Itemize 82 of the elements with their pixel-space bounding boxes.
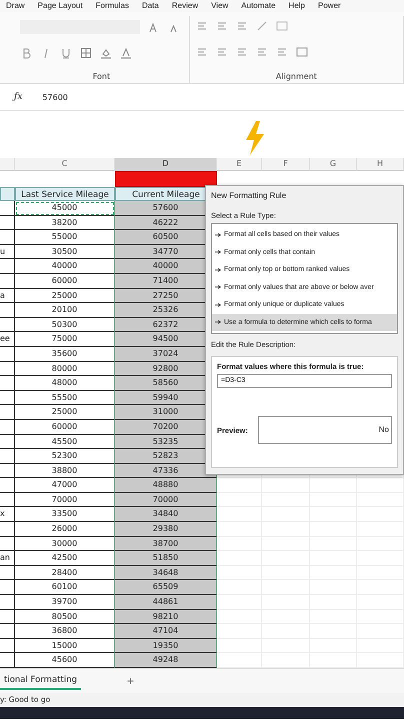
table-cell: 29380 xyxy=(115,522,217,537)
table-cell xyxy=(217,624,262,639)
font-color-icon[interactable] xyxy=(120,47,132,59)
sheet-tab[interactable]: tional Formatting xyxy=(0,672,81,690)
underline-icon[interactable] xyxy=(60,47,72,59)
table-cell: a xyxy=(0,288,15,304)
align-bottom-icon[interactable] xyxy=(236,20,248,32)
table-cell xyxy=(310,478,357,493)
table-cell: 70000 xyxy=(115,492,217,508)
table-cell: x xyxy=(0,507,15,522)
merge-center-icon[interactable] xyxy=(296,46,308,58)
table-cell xyxy=(217,566,262,580)
group-label: Font xyxy=(92,72,112,81)
table-cell xyxy=(217,638,262,654)
arrow-icon xyxy=(215,320,221,324)
table-cell: 49248 xyxy=(115,653,217,668)
preview-box: No xyxy=(258,416,392,444)
menu-tab[interactable]: Draw xyxy=(6,0,25,12)
borders-icon[interactable] xyxy=(80,47,92,59)
column-header[interactable]: E xyxy=(217,158,262,171)
menu-tab[interactable]: View xyxy=(211,0,228,12)
arrow-icon xyxy=(215,268,221,272)
table-cell xyxy=(217,522,262,537)
table-cell xyxy=(217,492,262,508)
table-cell: 48880 xyxy=(115,478,217,493)
table-cell xyxy=(217,580,262,596)
increase-indent-icon[interactable] xyxy=(276,46,288,58)
table-cell: 47104 xyxy=(115,624,217,639)
table-cell xyxy=(217,536,262,552)
align-left-icon[interactable] xyxy=(196,46,208,58)
column-header[interactable]: F xyxy=(262,158,310,171)
table-cell: an xyxy=(0,551,15,566)
decrease-indent-icon[interactable] xyxy=(256,46,268,58)
table-cell: ee xyxy=(0,332,15,347)
table-cell: 34648 xyxy=(115,566,217,580)
wrap-text-icon[interactable] xyxy=(276,20,288,32)
menu-tab[interactable]: Formulas xyxy=(96,0,129,12)
table-cell xyxy=(262,478,310,493)
table-cell: 65509 xyxy=(115,580,217,596)
table-cell xyxy=(357,478,404,493)
column-header[interactable] xyxy=(0,158,15,171)
table-cell xyxy=(217,610,262,624)
group-label: Alignment xyxy=(274,72,318,81)
table-cell: 45000 xyxy=(15,201,115,216)
table-cell xyxy=(217,478,262,493)
menu-tab[interactable]: Page Layout xyxy=(38,0,83,12)
arrow-icon xyxy=(215,302,221,307)
formula-value: 57600 xyxy=(42,92,68,102)
arrow-icon xyxy=(215,232,221,237)
table-cell: 98210 xyxy=(115,610,217,624)
menu-tab[interactable]: Review xyxy=(172,0,198,12)
fill-color-icon[interactable] xyxy=(100,47,112,59)
lightning-icon xyxy=(244,121,266,155)
menu-tab[interactable]: Help xyxy=(288,0,305,12)
table-cell xyxy=(217,507,262,522)
arrow-icon xyxy=(215,250,221,254)
arrow-icon xyxy=(215,285,221,290)
table-cell: u xyxy=(0,244,15,260)
table-cell: 19350 xyxy=(115,638,217,654)
dialog-title: New Formatting Rule xyxy=(211,191,286,200)
table-cell xyxy=(217,551,262,566)
align-center-icon[interactable] xyxy=(216,46,228,58)
column-header[interactable]: H xyxy=(357,158,404,171)
menu-tab[interactable]: Data xyxy=(142,0,159,12)
align-middle-icon[interactable] xyxy=(216,20,228,32)
menu-tab[interactable]: Automate xyxy=(241,0,276,12)
table-cell xyxy=(0,187,15,201)
column-header[interactable]: C xyxy=(15,158,115,171)
column-heading: Last Service Mileage xyxy=(15,187,115,201)
align-top-icon[interactable] xyxy=(196,20,208,32)
align-right-icon[interactable] xyxy=(236,46,248,58)
insert-function-button[interactable]: ƒx xyxy=(14,92,22,102)
add-sheet-button[interactable]: + xyxy=(121,673,140,689)
orientation-icon[interactable] xyxy=(256,20,268,32)
table-cell: 38700 xyxy=(115,536,217,552)
table-cell xyxy=(217,595,262,610)
table-cell: 44861 xyxy=(115,595,217,610)
table-cell: 34840 xyxy=(115,507,217,522)
column-header[interactable]: G xyxy=(310,158,357,171)
menu-tab[interactable]: Power xyxy=(318,0,341,12)
table-cell: 51850 xyxy=(115,551,217,566)
column-header[interactable]: D xyxy=(115,158,217,171)
